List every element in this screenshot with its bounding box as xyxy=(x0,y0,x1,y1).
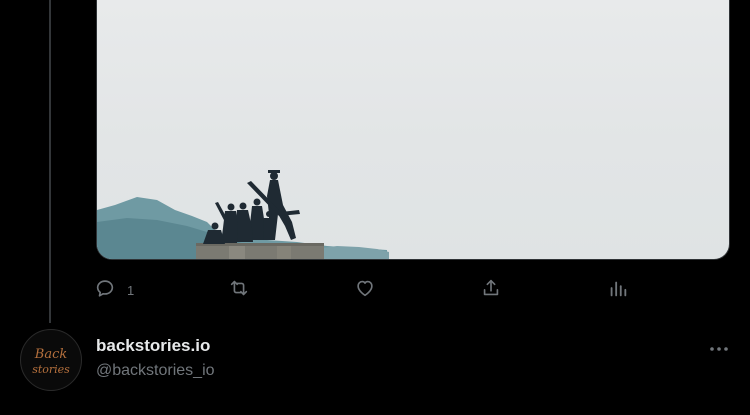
retweet-button[interactable] xyxy=(228,272,261,304)
thread-connector-line xyxy=(49,0,51,323)
statue-photo-image xyxy=(97,170,389,259)
tweet-media-photo[interactable] xyxy=(96,0,730,260)
svg-text:stories: stories xyxy=(32,363,70,376)
more-options-button[interactable] xyxy=(702,335,736,361)
retweet-icon xyxy=(228,277,250,299)
backstories-logo: Back stories xyxy=(22,331,80,389)
analytics-button[interactable] xyxy=(607,272,629,304)
tweet-action-bar: 1 xyxy=(88,272,648,304)
share-button[interactable] xyxy=(480,272,502,304)
author-display-name[interactable]: backstories.io xyxy=(96,336,210,356)
analytics-icon xyxy=(607,277,629,299)
reply-count: 1 xyxy=(127,282,135,298)
next-tweet: Back stories backstories.io @backstories… xyxy=(0,323,750,415)
share-icon xyxy=(480,277,502,299)
svg-text:Back: Back xyxy=(34,347,68,362)
reply-button[interactable]: 1 xyxy=(94,272,134,304)
heart-icon xyxy=(354,277,376,299)
avatar[interactable]: Back stories xyxy=(20,329,82,391)
like-button[interactable] xyxy=(354,272,387,304)
more-options-icon xyxy=(709,339,729,357)
author-handle[interactable]: @backstories_io xyxy=(96,362,215,380)
reply-icon xyxy=(94,277,116,299)
